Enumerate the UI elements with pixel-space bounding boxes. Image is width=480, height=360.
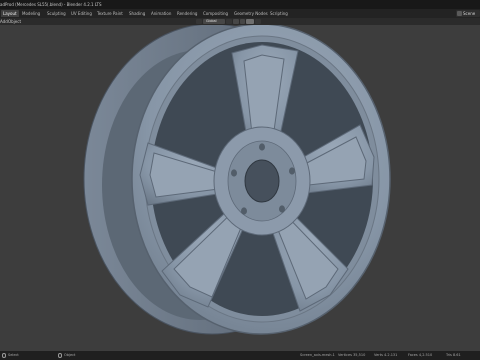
tab-scripting[interactable]: Scripting (268, 10, 290, 17)
status-stat: Faces 4,2.510 (408, 353, 433, 357)
proportional-edit-icon[interactable] (246, 19, 254, 24)
scene-selector[interactable]: Scene (456, 10, 480, 17)
falloff-icon[interactable] (255, 19, 261, 24)
tab-compositing[interactable]: Compositing (201, 10, 230, 17)
status-stat: Vertices 35,510 (338, 353, 366, 357)
menu-object[interactable]: Object (8, 18, 21, 25)
workspace-tabs-bar: Layout Modeling Sculpting UV Editing Tex… (0, 9, 480, 18)
status-stat: Screen_axis.mesh.1 (300, 353, 335, 357)
snap-target-icon[interactable] (240, 19, 245, 24)
menu-add[interactable]: Add (0, 18, 8, 25)
status-stat: Verts 4.2.131 (374, 353, 398, 357)
window-title: adProd (Mercedes SL55(.blend) - Blender … (0, 2, 102, 7)
tab-rendering[interactable]: Rendering (175, 10, 199, 17)
viewport-header: Add Object Global (0, 18, 480, 25)
status-select: Select (8, 353, 19, 357)
orientation-value: Global (206, 19, 217, 23)
snap-icon[interactable] (233, 19, 239, 24)
pivot-point-icon[interactable] (226, 19, 232, 24)
mouse-middle-icon (58, 353, 62, 358)
tab-texture-paint[interactable]: Texture Paint (95, 10, 125, 17)
center-bore (244, 159, 280, 203)
tab-modeling[interactable]: Modeling (20, 10, 42, 17)
wheel-rim-render (83, 25, 391, 335)
transform-pivot-icon[interactable] (196, 19, 202, 24)
orientation-dropdown[interactable]: Global (203, 19, 225, 24)
tab-shading[interactable]: Shading (127, 10, 147, 17)
status-bar: Select Object Screen_axis.mesh.1 Vertice… (0, 351, 480, 360)
scene-name: Scene (463, 11, 476, 16)
scene-icon (457, 11, 462, 16)
3d-viewport[interactable] (0, 25, 480, 351)
tab-layout[interactable]: Layout (1, 10, 19, 17)
tab-uv-editing[interactable]: UV Editing (69, 10, 94, 17)
mouse-left-icon (2, 353, 6, 358)
status-stat: Tris 8.61 (446, 353, 461, 357)
tab-geometry-nodes[interactable]: Geometry Nodes (232, 10, 270, 17)
tab-animation[interactable]: Animation (149, 10, 173, 17)
tab-sculpting[interactable]: Sculpting (45, 10, 68, 17)
status-object: Object (64, 353, 76, 357)
title-bar: adProd (Mercedes SL55(.blend) - Blender … (0, 0, 480, 9)
